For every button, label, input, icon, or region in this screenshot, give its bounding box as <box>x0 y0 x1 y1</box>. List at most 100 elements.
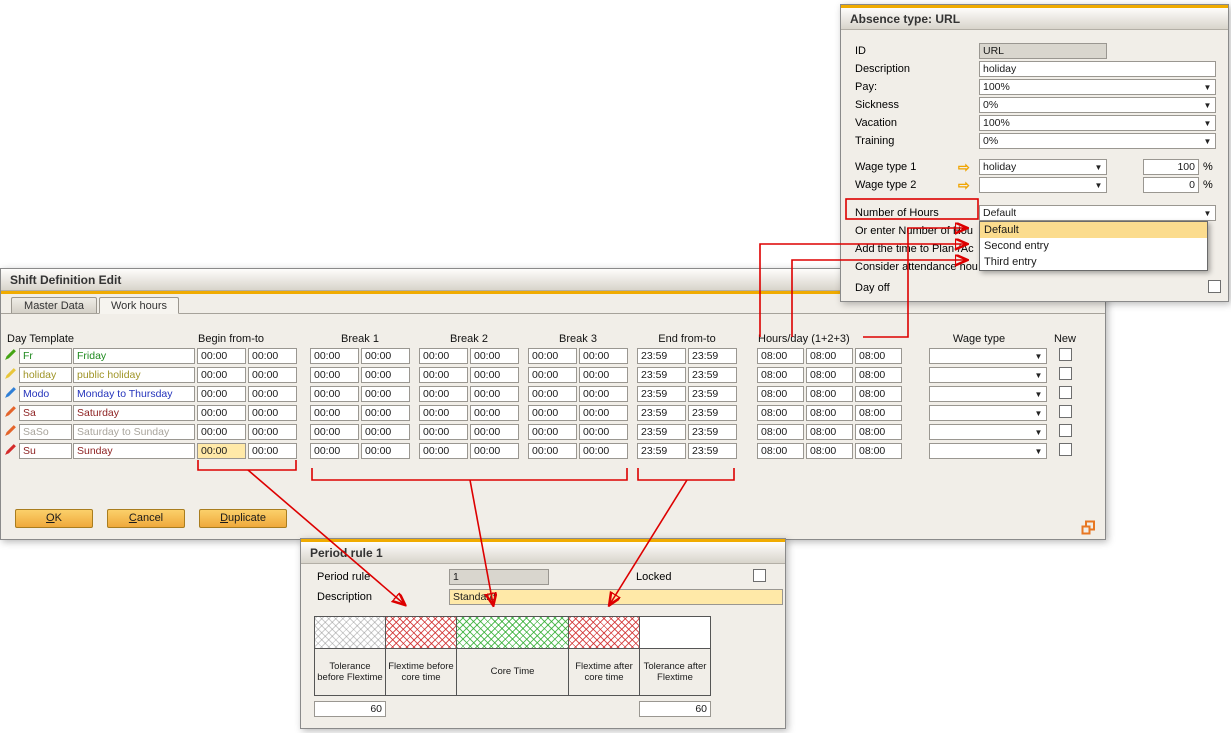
begin-to-field[interactable]: 00:00 <box>248 367 297 383</box>
wage-type-select[interactable]: ▼ <box>929 424 1047 440</box>
tab-master-data[interactable]: Master Data <box>11 297 97 314</box>
begin-to-field[interactable]: 00:00 <box>248 348 297 364</box>
chevron-down-icon[interactable]: ▼ <box>1202 80 1213 94</box>
wage-type-select[interactable]: ▼ <box>929 367 1047 383</box>
hours-day-field-1[interactable]: 08:00 <box>757 443 804 459</box>
begin-to-field[interactable]: 00:00 <box>248 386 297 402</box>
break1-to-field[interactable]: 00:00 <box>361 424 410 440</box>
break2-to-field[interactable]: 00:00 <box>470 443 519 459</box>
day-name-field[interactable]: Friday <box>73 348 195 364</box>
hours-day-field-3[interactable]: 08:00 <box>855 386 902 402</box>
hours-day-field-2[interactable]: 08:00 <box>806 386 853 402</box>
end-from-field[interactable]: 23:59 <box>637 424 686 440</box>
break2-to-field[interactable]: 00:00 <box>470 405 519 421</box>
hours-day-field-2[interactable]: 08:00 <box>806 348 853 364</box>
dropdown-option-default[interactable]: Default <box>980 222 1207 238</box>
day-code-field[interactable]: Fr <box>19 348 72 364</box>
link-arrow-icon[interactable]: ⇨ <box>958 178 970 193</box>
tolerance-after-field[interactable]: 60 <box>639 701 711 717</box>
begin-from-field[interactable]: 00:00 <box>197 367 246 383</box>
wage-type-2-percent-field[interactable]: 0 <box>1143 177 1199 193</box>
day-code-field[interactable]: Sa <box>19 405 72 421</box>
begin-to-field[interactable]: 00:00 <box>248 405 297 421</box>
duplicate-button[interactable]: Duplicate <box>199 509 287 528</box>
wage-type-select[interactable]: ▼ <box>929 386 1047 402</box>
new-checkbox[interactable] <box>1059 424 1072 437</box>
vacation-select[interactable]: 100%▼ <box>979 115 1216 131</box>
description-field[interactable]: holiday <box>979 61 1216 77</box>
new-checkbox[interactable] <box>1059 367 1072 380</box>
link-arrow-icon[interactable]: ⇨ <box>958 160 970 175</box>
hours-day-field-1[interactable]: 08:00 <box>757 348 804 364</box>
hours-day-field-3[interactable]: 08:00 <box>855 443 902 459</box>
chevron-down-icon[interactable]: ▼ <box>1093 178 1104 192</box>
break3-from-field[interactable]: 00:00 <box>528 348 577 364</box>
absence-window-titlebar[interactable]: Absence type: URL <box>841 8 1228 30</box>
break2-to-field[interactable]: 00:00 <box>470 424 519 440</box>
break1-from-field[interactable]: 00:00 <box>310 443 359 459</box>
period-window-titlebar[interactable]: Period rule 1 <box>301 542 785 564</box>
break2-from-field[interactable]: 00:00 <box>419 348 468 364</box>
break3-to-field[interactable]: 00:00 <box>579 367 628 383</box>
wage-type-select[interactable]: ▼ <box>929 443 1047 459</box>
sickness-select[interactable]: 0%▼ <box>979 97 1216 113</box>
break1-to-field[interactable]: 00:00 <box>361 443 410 459</box>
break3-to-field[interactable]: 00:00 <box>579 348 628 364</box>
tolerance-before-field[interactable]: 60 <box>314 701 386 717</box>
chevron-down-icon[interactable]: ▼ <box>1202 98 1213 112</box>
pay-select[interactable]: 100%▼ <box>979 79 1216 95</box>
day-code-field[interactable]: Modo <box>19 386 72 402</box>
break2-to-field[interactable]: 00:00 <box>470 367 519 383</box>
end-to-field[interactable]: 23:59 <box>688 348 737 364</box>
chevron-down-icon[interactable]: ▼ <box>1202 134 1213 148</box>
chevron-down-icon[interactable]: ▼ <box>1033 368 1044 382</box>
break1-to-field[interactable]: 00:00 <box>361 405 410 421</box>
break1-from-field[interactable]: 00:00 <box>310 424 359 440</box>
end-from-field[interactable]: 23:59 <box>637 367 686 383</box>
end-from-field[interactable]: 23:59 <box>637 443 686 459</box>
day-off-checkbox[interactable] <box>1208 280 1221 293</box>
day-code-field[interactable]: SaSo <box>19 424 72 440</box>
chevron-down-icon[interactable]: ▼ <box>1202 206 1213 220</box>
wage-type-1-percent-field[interactable]: 100 <box>1143 159 1199 175</box>
day-name-field[interactable]: Sunday <box>73 443 195 459</box>
break3-to-field[interactable]: 00:00 <box>579 386 628 402</box>
hours-day-field-3[interactable]: 08:00 <box>855 367 902 383</box>
break3-from-field[interactable]: 00:00 <box>528 443 577 459</box>
day-name-field[interactable]: Saturday <box>73 405 195 421</box>
day-name-field[interactable]: Monday to Thursday <box>73 386 195 402</box>
break2-from-field[interactable]: 00:00 <box>419 367 468 383</box>
break2-to-field[interactable]: 00:00 <box>470 348 519 364</box>
begin-from-field-highlighted[interactable]: 00:00 <box>197 443 246 459</box>
break1-from-field[interactable]: 00:00 <box>310 405 359 421</box>
number-of-hours-select[interactable]: Default▼ <box>979 205 1216 221</box>
new-checkbox[interactable] <box>1059 348 1072 361</box>
end-from-field[interactable]: 23:59 <box>637 386 686 402</box>
ok-button[interactable]: OK <box>15 509 93 528</box>
hours-day-field-3[interactable]: 08:00 <box>855 405 902 421</box>
locked-checkbox[interactable] <box>753 569 766 582</box>
break3-to-field[interactable]: 00:00 <box>579 405 628 421</box>
break2-from-field[interactable]: 00:00 <box>419 424 468 440</box>
end-to-field[interactable]: 23:59 <box>688 424 737 440</box>
day-code-field[interactable]: holiday <box>19 367 72 383</box>
chevron-down-icon[interactable]: ▼ <box>1033 444 1044 458</box>
break2-from-field[interactable]: 00:00 <box>419 405 468 421</box>
begin-from-field[interactable]: 00:00 <box>197 405 246 421</box>
hours-day-field-3[interactable]: 08:00 <box>855 424 902 440</box>
begin-to-field[interactable]: 00:00 <box>248 424 297 440</box>
hours-day-field-2[interactable]: 08:00 <box>806 367 853 383</box>
day-name-field[interactable]: Saturday to Sunday <box>73 424 195 440</box>
chevron-down-icon[interactable]: ▼ <box>1033 425 1044 439</box>
break2-from-field[interactable]: 00:00 <box>419 386 468 402</box>
wage-type-select[interactable]: ▼ <box>929 405 1047 421</box>
hours-day-field-1[interactable]: 08:00 <box>757 405 804 421</box>
new-checkbox[interactable] <box>1059 386 1072 399</box>
tab-work-hours[interactable]: Work hours <box>99 297 179 314</box>
day-code-field[interactable]: Su <box>19 443 72 459</box>
chevron-down-icon[interactable]: ▼ <box>1202 116 1213 130</box>
hours-day-field-2[interactable]: 08:00 <box>806 405 853 421</box>
break3-to-field[interactable]: 00:00 <box>579 443 628 459</box>
end-to-field[interactable]: 23:59 <box>688 443 737 459</box>
end-from-field[interactable]: 23:59 <box>637 405 686 421</box>
